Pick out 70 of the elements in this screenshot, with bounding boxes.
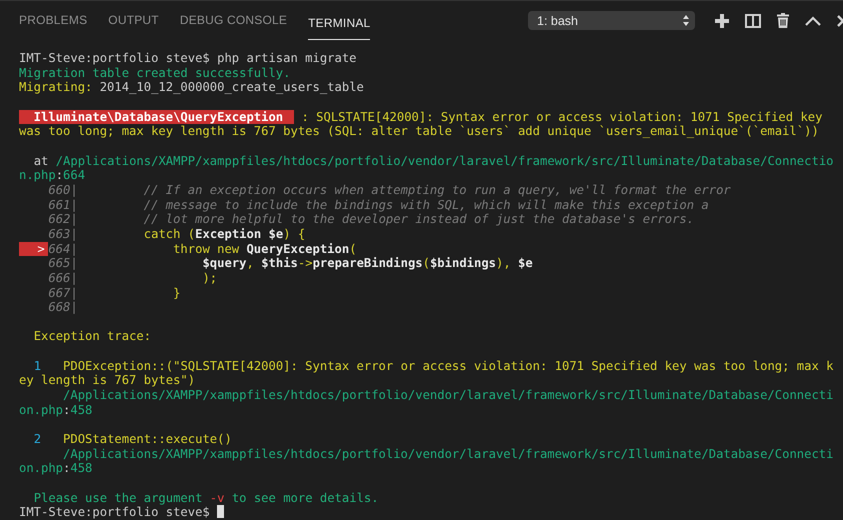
file-path: /Applications/XAMPP/xamppfiles/htdocs/portfolio/vendor/laravel/framework/src/Illuminate/Database/Connectio: [56, 154, 834, 168]
code-text: (: [422, 256, 430, 270]
panel-tab[interactable]: OUTPUT: [108, 1, 159, 40]
warning-text: Exception trace:: [34, 329, 152, 344]
cursor-icon: [217, 505, 224, 518]
file-path: /Applications/XAMPP/xamppfiles/htdocs/portfolio/vendor/laravel/framework/src/Illuminate/Database/Connecti: [63, 446, 834, 461]
success-message: to see more details.: [232, 490, 379, 505]
trace-index: 1: [34, 358, 42, 373]
code-comment: // If an exception occurs when attempting to run a query, we'll format the error: [144, 182, 731, 197]
warning-text: PDOException::("SQLSTATE[42000]: Syntax error or access violation: 1071 Specified key was too long; max k: [63, 358, 834, 373]
code-text: $bindings: [430, 256, 496, 270]
file-path: 664: [63, 168, 86, 182]
code-text: catch (: [144, 226, 196, 241]
terminal-text: IMT-Steve:portfolio steve$ php artisan migrate: [19, 51, 357, 65]
terminal-text: :: [63, 461, 70, 476]
line-number: 662|: [48, 212, 78, 226]
option-text: -v: [210, 490, 224, 505]
code-text: ,: [246, 256, 255, 270]
warning-text: was too long; max key length is 767 bytes (SQL: alter table `users` add unique `users_email_unique`(`email`)): [19, 124, 819, 138]
file-path: /Applications/XAMPP/xamppfiles/htdocs/portfolio/vendor/laravel/framework/src/Illuminate/Database/Connecti: [63, 388, 834, 402]
panel-tab[interactable]: TERMINAL: [308, 7, 370, 40]
code-text: throw new: [173, 242, 240, 256]
trash-icon[interactable]: [777, 13, 789, 28]
panel-tab[interactable]: DEBUG CONSOLE: [180, 1, 288, 40]
file-path: on.php: [19, 461, 64, 476]
terminal-text: :: [63, 402, 70, 417]
code-text: $query: [202, 256, 246, 270]
code-text: prepareBindings: [312, 256, 423, 270]
code-text: $e: [518, 256, 533, 270]
chevron-up-icon[interactable]: [805, 16, 821, 26]
warning-text: ey length is 767 bytes"): [19, 373, 196, 388]
code-text: );: [202, 270, 218, 285]
line-number: 661|: [48, 198, 78, 212]
code-comment: // lot more helpful to the developer instead of just the database's errors.: [144, 212, 694, 226]
code-text: $this: [261, 256, 298, 270]
plus-icon[interactable]: [715, 14, 729, 28]
code-text: }: [173, 286, 180, 300]
success-message: Migration table created successfully.: [19, 66, 290, 80]
warning-text: Migrating:: [19, 80, 92, 94]
exception-badge: Illuminate\Database\QueryException: [19, 110, 294, 124]
terminal-text: at: [34, 154, 48, 168]
line-number: 667|: [48, 286, 78, 300]
updown-caret-icon: [683, 15, 689, 26]
terminal-text: 2014_10_12_000000_create_users_table: [100, 80, 364, 94]
line-number: 660|: [48, 182, 78, 197]
line-number: 665|: [48, 256, 78, 270]
terminal-text: IMT-Steve:portfolio steve$: [19, 505, 211, 520]
code-text: ->: [298, 256, 313, 270]
terminal-text: :: [56, 168, 64, 182]
line-number: 666|: [48, 270, 78, 285]
terminal-select[interactable]: 1: bash: [528, 11, 695, 30]
code-text: ) {: [283, 226, 306, 241]
code-text: Exception $e: [195, 226, 284, 241]
code-text: ),: [496, 256, 512, 270]
warning-text: PDOStatement::execute(): [63, 432, 232, 446]
success-message: Please use the argument: [34, 490, 204, 505]
split-icon[interactable]: [745, 14, 761, 28]
line-number: 668|: [48, 300, 78, 314]
code-text: QueryException: [246, 242, 350, 256]
code-text: (: [349, 242, 357, 256]
panel-tab[interactable]: PROBLEMS: [19, 1, 88, 40]
warning-text: : SQLSTATE[42000]: Syntax error or access violation: 1071 Specified key: [302, 110, 822, 124]
line-number: 664|: [48, 242, 78, 256]
file-path: on.php: [19, 402, 64, 417]
line-number: 663|: [48, 226, 78, 241]
trace-index: 2: [34, 432, 42, 446]
file-path: 458: [70, 461, 92, 476]
file-path: 458: [70, 402, 92, 417]
code-comment: // message to include the bindings with SQL, which will make this exception a: [144, 198, 709, 212]
file-path: n.php: [19, 168, 56, 182]
